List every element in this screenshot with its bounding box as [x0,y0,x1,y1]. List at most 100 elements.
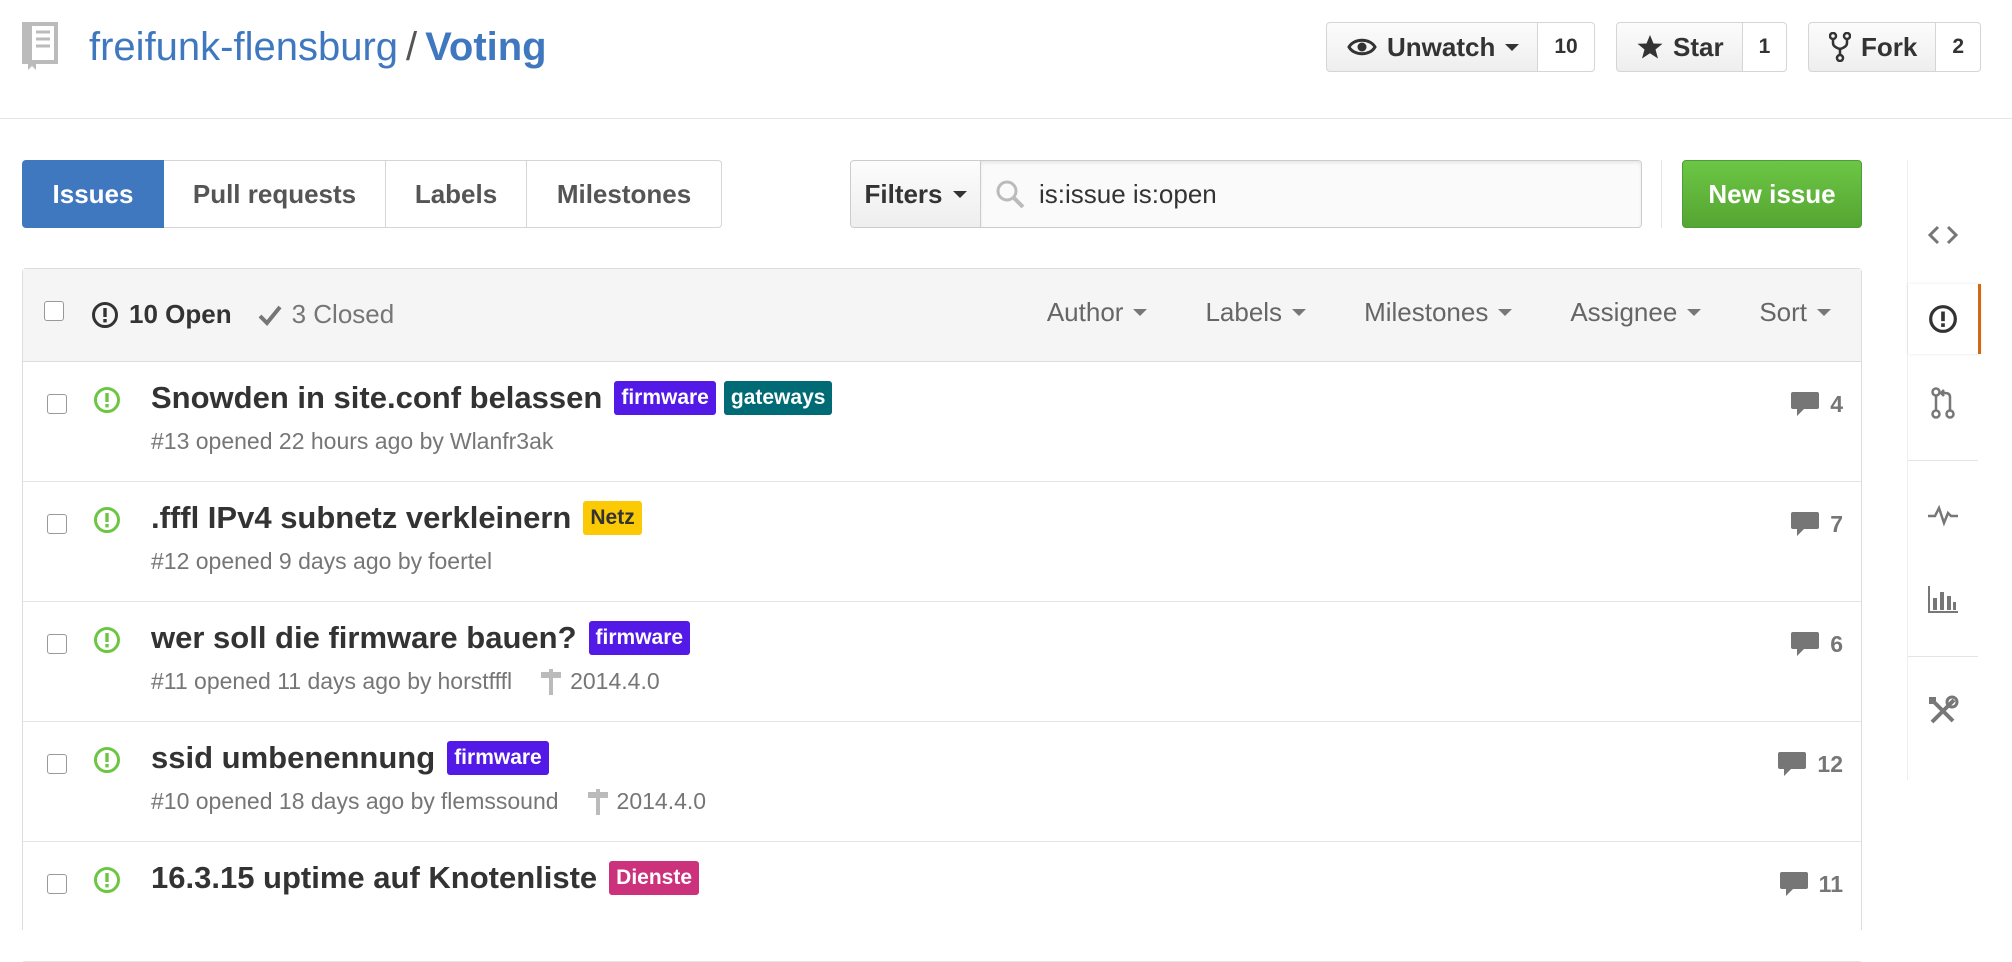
search-field [981,161,1641,227]
issue-title-link[interactable]: ssid umbenennung [151,740,435,776]
chevron-down-icon [1817,309,1831,316]
repo-title: freifunk-flensburg / Voting [89,22,547,72]
issue-checkbox[interactable] [47,874,67,894]
issue-checkbox[interactable] [47,514,67,534]
sidebar-item-graphs[interactable] [1908,564,1978,634]
select-all-checkbox[interactable] [44,301,64,321]
issue-states: 10 Open 3 Closed [91,299,394,330]
check-icon [258,304,292,326]
sidebar-item-code[interactable] [1908,200,1978,270]
search-input[interactable] [1037,177,1641,211]
comment-count: 12 [1817,750,1843,777]
issue-opened-icon [1928,304,1958,334]
sidebar-item-pull-requests[interactable] [1908,368,1978,438]
issue-checkbox[interactable] [47,394,67,414]
issue-milestone[interactable]: 2014.4.0 [540,668,660,695]
labels-filter[interactable]: Labels [1205,297,1307,328]
comment-count: 6 [1830,630,1843,657]
new-issue-button[interactable]: New issue [1682,160,1862,228]
fork-button[interactable]: Fork [1808,22,1937,72]
filters-label: Filters [864,178,943,209]
comment-count: 11 [1818,870,1843,897]
git-pull-request-icon [1931,387,1955,419]
issue-title-link[interactable]: 16.3.15 uptime auf Knotenliste [151,860,597,896]
stargazers-count[interactable]: 1 [1742,22,1788,72]
issue-title-link[interactable]: .fffl IPv4 subnetz verkleinern [151,500,571,536]
author-filter[interactable]: Author [1047,297,1148,328]
comment-icon [1779,870,1819,898]
milestone-label: 2014.4.0 [570,668,660,694]
issue-row[interactable]: 16.3.15 uptime auf Knotenliste Dienste 11 [23,842,1861,962]
tools-icon [1927,695,1959,727]
chevron-down-icon [1498,309,1513,316]
tab-labels[interactable]: Labels [386,160,527,228]
eye-icon [1347,36,1387,58]
closed-issues-link[interactable]: 3 Closed [258,299,395,330]
issue-comments-link[interactable]: 4 [1790,390,1843,418]
unwatch-button[interactable]: Unwatch [1326,22,1539,72]
issue-author-link[interactable]: flemssound [441,788,559,815]
graph-icon [1927,584,1959,614]
issue-checkbox[interactable] [47,754,67,774]
issue-label[interactable]: firmware [447,741,549,775]
star-button-group: Star 1 [1616,22,1788,72]
filters-button[interactable]: Filters [851,161,981,227]
issue-label[interactable]: Netz [583,501,642,535]
repo-name-link[interactable]: Voting [425,25,546,69]
issue-comments-link[interactable]: 11 [1779,870,1843,898]
issue-comments-link[interactable]: 7 [1790,510,1843,538]
issue-row[interactable]: wer soll die firmware bauen? firmware #11 … [23,602,1861,722]
comment-count: 4 [1830,390,1843,417]
search-icon [995,179,1025,209]
sidebar-item-pulse[interactable] [1908,480,1978,550]
issue-meta: #11 opened 11 days ago by horstfffl 2014.4… [151,668,660,695]
issue-author-link[interactable]: foertel [428,548,492,575]
issue-label[interactable]: firmware [588,621,691,655]
repo-owner-link[interactable]: freifunk-flensburg [89,25,398,69]
repo-separator: / [406,25,418,69]
issue-comments-link[interactable]: 6 [1790,630,1843,658]
chevron-down-icon [1133,309,1148,316]
issue-opened-icon [93,866,121,894]
issue-label[interactable]: firmware [614,381,716,415]
forks-count[interactable]: 2 [1936,22,1982,72]
repo-sidebar [1907,160,1981,780]
milestones-filter[interactable]: Milestones [1364,297,1513,328]
assignee-filter[interactable]: Assignee [1570,297,1702,328]
unwatch-label: Unwatch [1387,31,1496,62]
issue-meta: #13 opened 22 hours ago by Wlanfr3ak [151,428,553,455]
fork-label: Fork [1861,31,1918,62]
closed-issues-count: 3 Closed [291,299,395,329]
tab-issues[interactable]: Issues [22,160,164,228]
issue-meta: #12 opened 9 days ago by foertel [151,548,492,575]
sort-filter[interactable]: Sort [1759,297,1831,328]
issue-author-link[interactable]: horstfffl [438,668,513,695]
milestone-label: 2014.4.0 [616,788,707,814]
sidebar-item-settings[interactable] [1908,676,1978,746]
fork-button-group: Fork 2 [1808,22,1982,72]
sidebar-item-issues[interactable] [1908,284,1981,354]
star-button[interactable]: Star [1616,22,1743,72]
issue-meta: #10 opened 18 days ago by flemssound 2014.… [151,788,706,815]
comment-icon [1790,630,1830,658]
issue-row[interactable]: .fffl IPv4 subnetz verkleinern Netz #12 op… [23,482,1861,602]
issue-comments-link[interactable]: 12 [1777,750,1843,778]
issue-title-link[interactable]: Snowden in site.conf belassen [151,380,602,416]
issue-opened-icon [93,746,121,774]
tab-pull-requests[interactable]: Pull requests [164,160,386,228]
issue-row[interactable]: Snowden in site.conf belassen firmware gat… [23,362,1861,482]
issue-label[interactable]: Dienste [609,861,700,895]
chevron-down-icon [1505,43,1520,51]
issue-meta-text: #13 opened 22 hours ago by [151,428,444,454]
issue-row[interactable]: ssid umbenennung firmware #10 opened 18 da… [23,722,1861,842]
filters-bar: Filters [850,160,1642,228]
issue-label[interactable]: gateways [723,381,833,415]
issue-milestone[interactable]: 2014.4.0 [587,788,707,815]
issue-title-link[interactable]: wer soll die firmware bauen? [151,620,577,656]
watchers-count[interactable]: 10 [1538,22,1595,72]
issue-checkbox[interactable] [47,634,67,654]
issue-author-link[interactable]: Wlanfr3ak [450,428,554,455]
issue-opened-icon [91,301,129,329]
tab-milestones[interactable]: Milestones [527,160,722,228]
open-issues-link[interactable]: 10 Open [91,299,232,330]
